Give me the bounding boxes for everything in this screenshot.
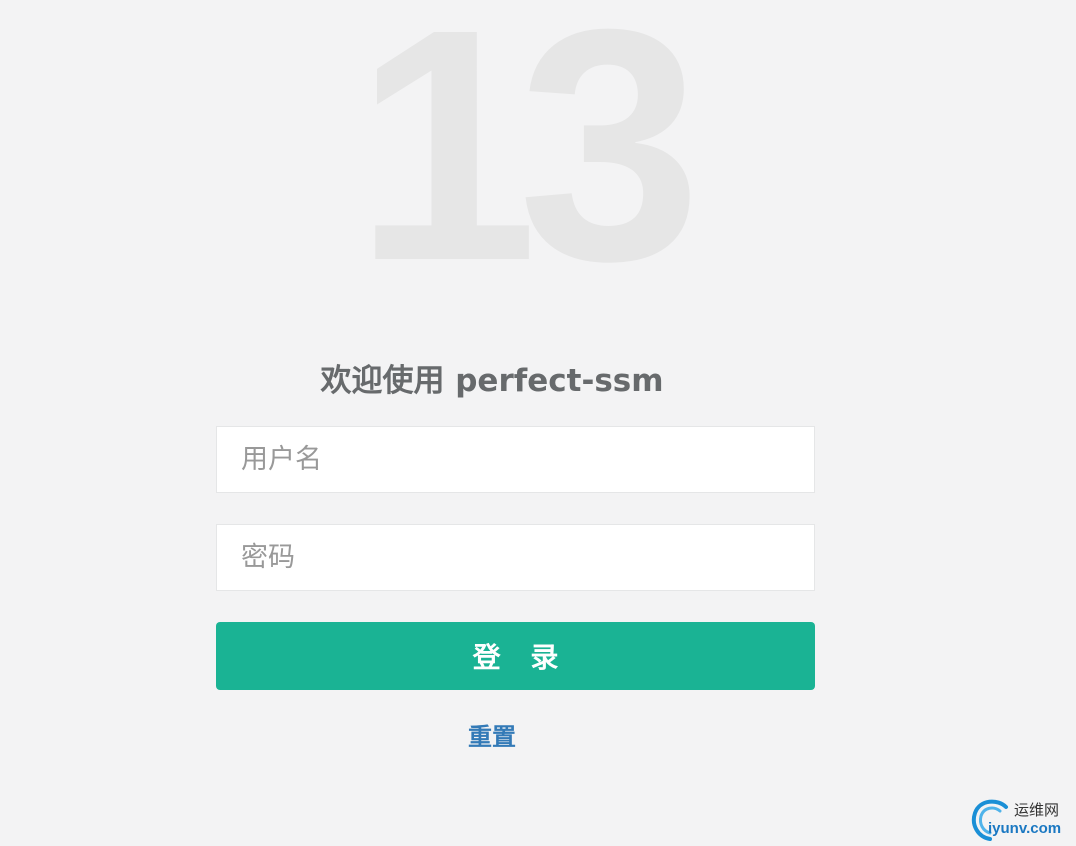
watermark-en-text: iyunv.com	[988, 820, 1062, 837]
welcome-title: 欢迎使用 perfect-ssm	[320, 363, 664, 399]
watermark-cn-text: 运维网	[1014, 801, 1060, 819]
logo-number: 13	[354, 0, 701, 329]
login-button[interactable]: 登 录	[216, 622, 815, 690]
username-input[interactable]	[216, 426, 815, 493]
reset-link[interactable]: 重置	[468, 723, 516, 751]
watermark: 运维网 iyunv.com	[970, 797, 1074, 843]
reset-link-row: 重置	[0, 718, 1030, 756]
password-input[interactable]	[216, 524, 815, 591]
